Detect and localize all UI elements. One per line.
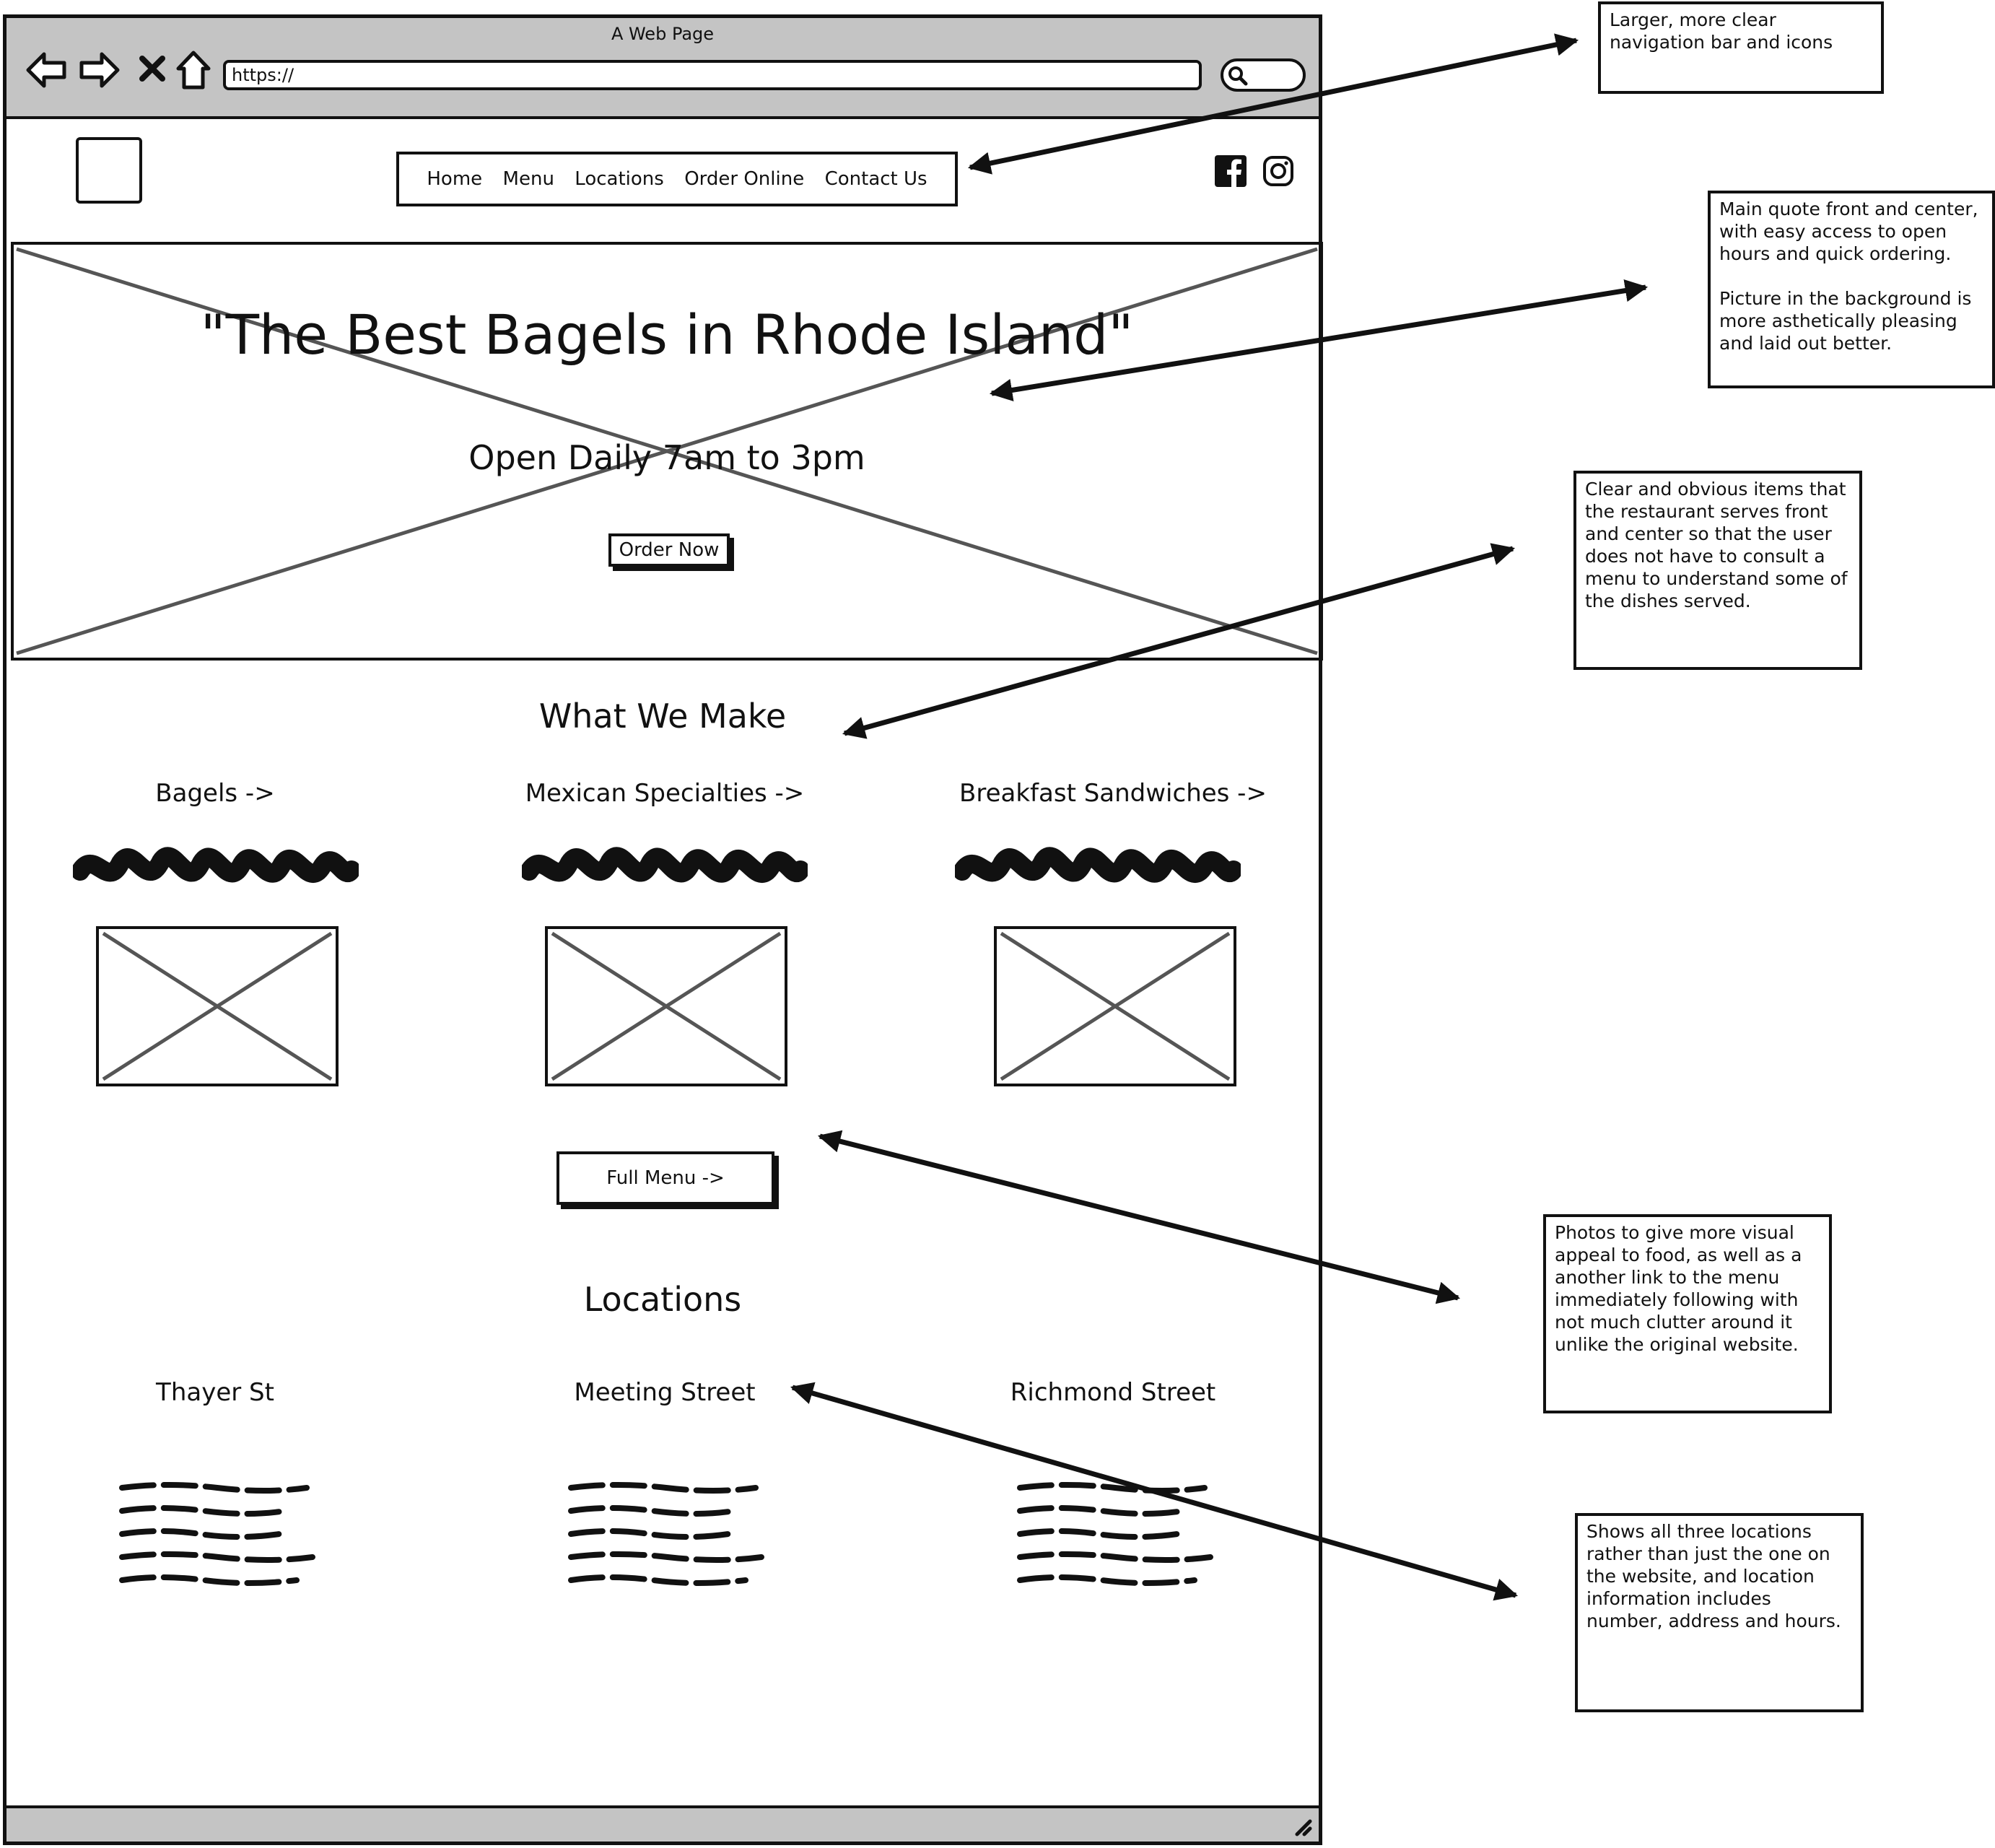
location-details-scribble: [119, 1482, 315, 1586]
hero-quote: "The Best Bagels in Rhode Island": [200, 302, 1134, 367]
locations-title: Locations: [583, 1280, 742, 1319]
annotation-text: Photos to give more visual appeal to foo…: [1555, 1222, 1802, 1355]
browser-window: A Web Page https:// Home Menu Locations …: [0, 14, 1323, 1845]
image-placeholder-breakfast-sandwiches: [994, 926, 1236, 1086]
browser-search-field[interactable]: [1221, 58, 1306, 92]
what-we-make-title: What We Make: [538, 697, 787, 736]
instagram-icon[interactable]: [1262, 155, 1294, 187]
image-placeholder-bagels: [96, 926, 339, 1086]
location-meeting-street: Meeting Street: [574, 1378, 756, 1407]
hero-hours: Open Daily 7am to 3pm: [468, 438, 865, 477]
annotation-text: Main quote front and center, with easy a…: [1719, 199, 1978, 264]
annotation-note-photos: Photos to give more visual appeal to foo…: [1543, 1214, 1832, 1413]
nav-item-order-online[interactable]: Order Online: [684, 168, 804, 190]
annotation-note-menu-items: Clear and obvious items that the restaur…: [1573, 471, 1862, 670]
description-scribble: [522, 847, 808, 883]
browser-titlebar: A Web Page https://: [6, 18, 1319, 119]
order-now-button[interactable]: Order Now: [608, 533, 730, 567]
annotation-note-locations: Shows all three locations rather than ju…: [1575, 1513, 1864, 1712]
location-richmond-street: Richmond Street: [1010, 1378, 1216, 1407]
annotation-text: Picture in the background is more asthet…: [1719, 288, 1972, 354]
annotation-text: Shows all three locations rather than ju…: [1586, 1521, 1841, 1631]
search-icon: [1228, 66, 1248, 86]
annotation-note-hero: Main quote front and center, with easy a…: [1708, 191, 1995, 388]
description-scribble: [73, 847, 359, 883]
image-placeholder-mexican-specialties: [545, 926, 787, 1086]
item-link-breakfast-sandwiches[interactable]: Breakfast Sandwiches ->: [896, 779, 1330, 808]
nav-item-contact-us[interactable]: Contact Us: [825, 168, 927, 190]
location-details-scribble: [568, 1482, 764, 1586]
item-link-bagels[interactable]: Bagels ->: [0, 779, 432, 808]
nav-item-locations[interactable]: Locations: [575, 168, 664, 190]
resize-grip-icon[interactable]: [1291, 1816, 1313, 1837]
description-scribble: [955, 847, 1241, 883]
home-icon[interactable]: [175, 50, 211, 90]
back-arrow-icon[interactable]: [25, 50, 67, 90]
hero-section: "The Best Bagels in Rhode Island" Open D…: [11, 242, 1323, 661]
forward-arrow-icon[interactable]: [79, 50, 121, 90]
item-link-mexican-specialties[interactable]: Mexican Specialties ->: [448, 779, 881, 808]
nav-item-menu[interactable]: Menu: [503, 168, 554, 190]
close-icon[interactable]: [138, 54, 167, 83]
annotation-text: Clear and obvious items that the restaur…: [1585, 479, 1848, 611]
nav-item-home[interactable]: Home: [427, 168, 482, 190]
logo-placeholder[interactable]: [76, 137, 142, 204]
browser-statusbar: [6, 1805, 1319, 1842]
url-bar[interactable]: https://: [223, 60, 1202, 90]
location-details-scribble: [1017, 1482, 1213, 1586]
annotation-text: Larger, more clear navigation bar and ic…: [1610, 9, 1833, 53]
full-menu-button[interactable]: Full Menu ->: [556, 1151, 774, 1205]
window-title: A Web Page: [611, 24, 715, 44]
facebook-icon[interactable]: [1215, 155, 1247, 187]
annotation-note-navigation: Larger, more clear navigation bar and ic…: [1598, 1, 1884, 94]
location-thayer-st: Thayer St: [156, 1378, 274, 1407]
main-navigation: Home Menu Locations Order Online Contact…: [396, 152, 958, 206]
